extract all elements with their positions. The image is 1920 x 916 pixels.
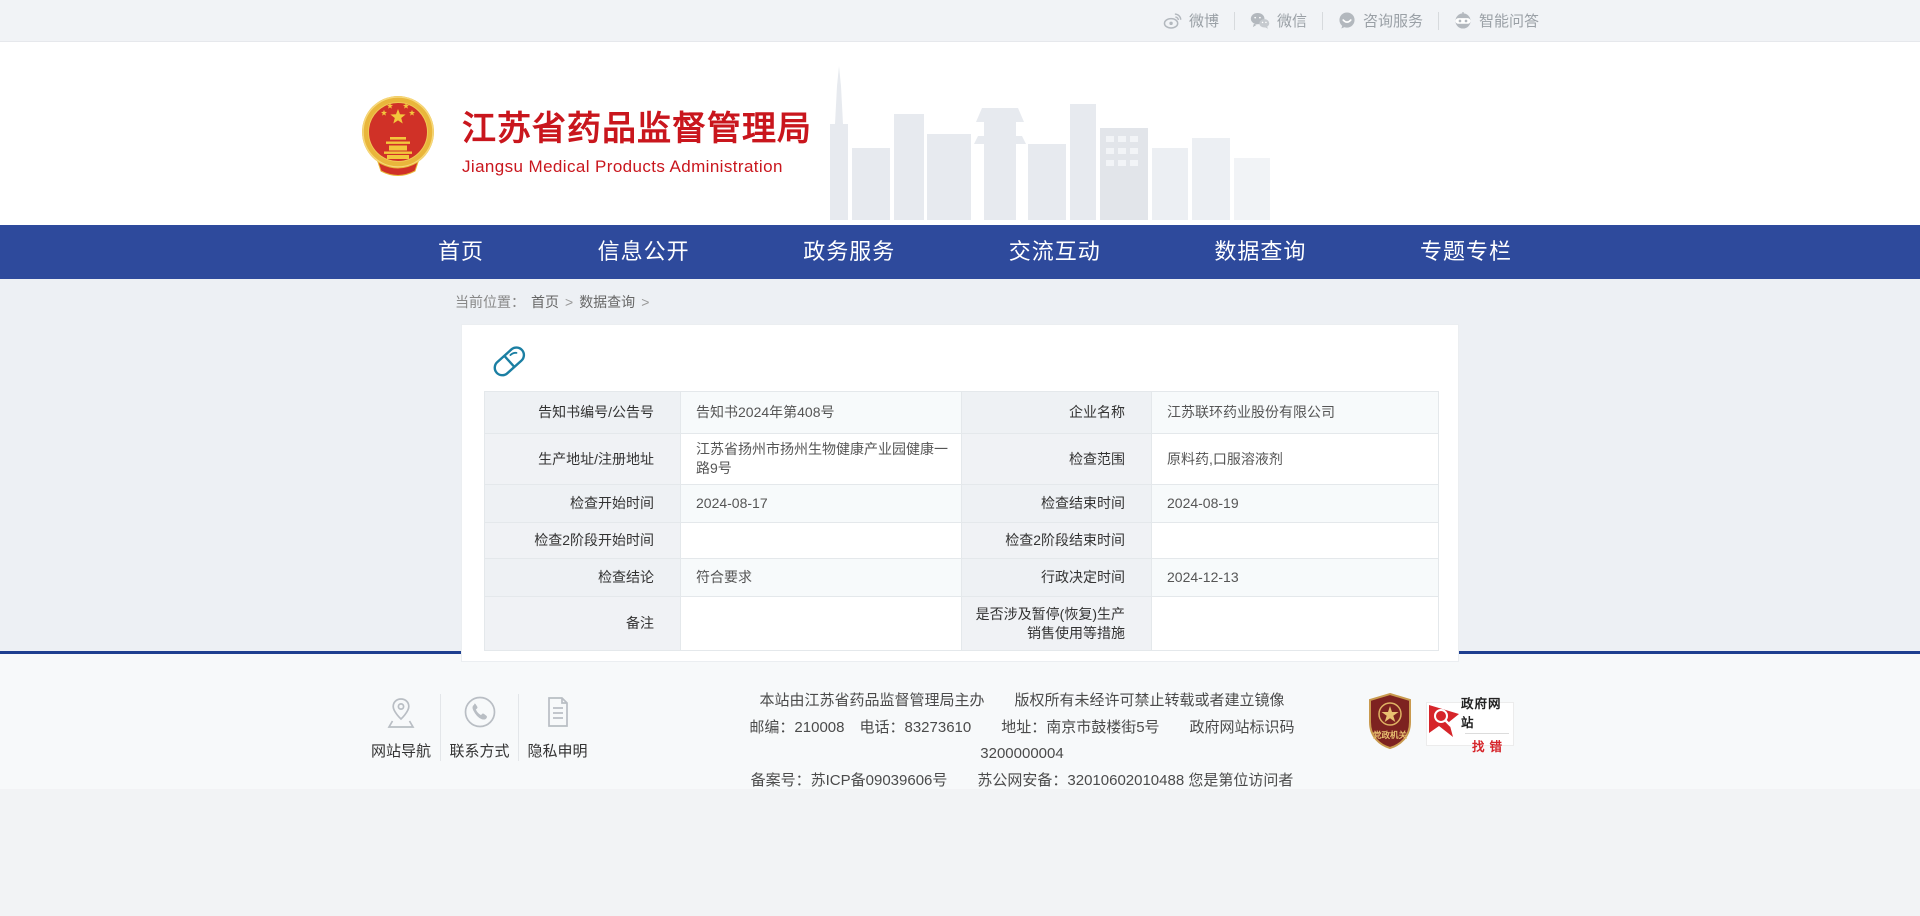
field-label: 检查结束时间 bbox=[962, 485, 1152, 523]
content-area: 当前位置： 首页 > 数据查询 > bbox=[0, 279, 1920, 651]
breadcrumb-separator: > bbox=[565, 294, 573, 310]
topbar-item-label: 微信 bbox=[1277, 10, 1307, 31]
field-value: 符合要求 bbox=[681, 559, 962, 597]
field-label: 告知书编号/公告号 bbox=[485, 392, 681, 434]
brand[interactable]: 江苏省药品监督管理局 Jiangsu Medical Products Admi… bbox=[360, 92, 812, 185]
footer-link-privacy[interactable]: 隐私申明 bbox=[518, 694, 596, 761]
topbar-item-consult[interactable]: 咨询服务 bbox=[1322, 12, 1438, 30]
badge-zc-top-label: 政府网站 bbox=[1461, 693, 1513, 731]
party-gov-shield-badge[interactable]: 党政机关 bbox=[1366, 692, 1414, 755]
sitemap-pin-icon bbox=[362, 694, 440, 730]
field-value: 告知书2024年第408号 bbox=[681, 392, 962, 434]
field-label: 是否涉及暂停(恢复)生产销售使用等措施 bbox=[962, 597, 1152, 651]
footer-link-sitemap[interactable]: 网站导航 bbox=[362, 694, 440, 761]
field-label: 备注 bbox=[485, 597, 681, 651]
table-row: 检查结论 符合要求 行政决定时间 2024-12-13 bbox=[485, 559, 1439, 597]
field-label: 行政决定时间 bbox=[962, 559, 1152, 597]
page-bottom-filler bbox=[0, 789, 1920, 916]
breadcrumb-separator: > bbox=[641, 294, 649, 310]
breadcrumb-link-data-query[interactable]: 数据查询 bbox=[579, 292, 635, 312]
nav-item-special-topics[interactable]: 专题专栏 bbox=[1420, 225, 1512, 279]
table-row: 告知书编号/公告号 告知书2024年第408号 企业名称 江苏联环药业股份有限公… bbox=[485, 392, 1439, 434]
nav-item-gov-services[interactable]: 政务服务 bbox=[803, 225, 895, 279]
site-subtitle: Jiangsu Medical Products Administration bbox=[462, 157, 812, 177]
footer-line-contact: 邮编：210008 电话：83273610 地址：南京市鼓楼街5号 政府网站标识… bbox=[712, 715, 1332, 768]
table-row: 检查开始时间 2024-08-17 检查结束时间 2024-08-19 bbox=[485, 485, 1439, 523]
field-value: 2024-08-17 bbox=[681, 485, 962, 523]
footer-line-host: 本站由江苏省药品监督管理局主办 版权所有未经许可禁止转载或者建立镜像 bbox=[712, 688, 1332, 715]
topbar-item-weibo[interactable]: 微博 bbox=[1148, 12, 1234, 30]
field-label: 企业名称 bbox=[962, 392, 1152, 434]
consult-icon bbox=[1338, 12, 1356, 29]
national-emblem-logo bbox=[360, 92, 436, 185]
footer-link-label: 网站导航 bbox=[362, 740, 440, 761]
city-skyline-art bbox=[800, 52, 1270, 225]
footer: 网站导航 联系方式 bbox=[0, 654, 1920, 789]
footer-link-contact[interactable]: 联系方式 bbox=[440, 694, 518, 761]
nav-item-home[interactable]: 首页 bbox=[438, 225, 484, 279]
field-label: 检查范围 bbox=[962, 434, 1152, 485]
footer-links: 网站导航 联系方式 bbox=[362, 694, 596, 761]
footer-link-label: 隐私申明 bbox=[519, 740, 596, 761]
main-nav: 首页 信息公开 政务服务 交流互动 数据查询 专题专栏 bbox=[0, 225, 1920, 279]
topbar-item-qa[interactable]: 智能问答 bbox=[1438, 12, 1554, 30]
website-error-report-badge[interactable]: 政府网站 找错 bbox=[1426, 702, 1514, 746]
nav-item-info-disclosure[interactable]: 信息公开 bbox=[598, 225, 690, 279]
table-row: 生产地址/注册地址 江苏省扬州市扬州生物健康产业园健康一路9号 检查范围 原料药… bbox=[485, 434, 1439, 485]
topbar-item-label: 智能问答 bbox=[1479, 10, 1539, 31]
field-value: 江苏联环药业股份有限公司 bbox=[1152, 392, 1439, 434]
footer-link-label: 联系方式 bbox=[441, 740, 518, 761]
badge-zc-bottom-label: 找错 bbox=[1472, 736, 1507, 755]
inspection-detail-table: 告知书编号/公告号 告知书2024年第408号 企业名称 江苏联环药业股份有限公… bbox=[484, 391, 1439, 651]
pill-icon bbox=[490, 343, 1436, 379]
footer-text: 本站由江苏省药品监督管理局主办 版权所有未经许可禁止转载或者建立镜像 邮编：21… bbox=[712, 688, 1332, 794]
field-label: 检查结论 bbox=[485, 559, 681, 597]
field-value bbox=[681, 597, 962, 651]
topbar: 微博 微信 bbox=[0, 0, 1920, 42]
field-value bbox=[1152, 597, 1439, 651]
badge-zc-divider bbox=[1465, 733, 1509, 734]
site-header: 江苏省药品监督管理局 Jiangsu Medical Products Admi… bbox=[0, 42, 1920, 225]
breadcrumb-prefix: 当前位置： bbox=[455, 292, 525, 312]
phone-icon bbox=[441, 694, 518, 730]
weibo-icon bbox=[1163, 12, 1182, 29]
qa-robot-icon bbox=[1454, 12, 1472, 29]
nav-item-interaction[interactable]: 交流互动 bbox=[1009, 225, 1101, 279]
page: 微博 微信 bbox=[0, 0, 1920, 916]
topbar-item-label: 咨询服务 bbox=[1363, 10, 1423, 31]
field-value: 2024-08-19 bbox=[1152, 485, 1439, 523]
table-row: 备注 是否涉及暂停(恢复)生产销售使用等措施 bbox=[485, 597, 1439, 651]
breadcrumb-link-home[interactable]: 首页 bbox=[531, 292, 559, 312]
field-label: 检查2阶段开始时间 bbox=[485, 523, 681, 559]
detail-panel: 告知书编号/公告号 告知书2024年第408号 企业名称 江苏联环药业股份有限公… bbox=[461, 324, 1459, 662]
table-row: 检查2阶段开始时间 检查2阶段结束时间 bbox=[485, 523, 1439, 559]
nav-item-data-query[interactable]: 数据查询 bbox=[1214, 225, 1306, 279]
footer-line-icp: 备案号：苏ICP备09039606号 苏公网安备：32010602010488 … bbox=[712, 768, 1332, 795]
field-value bbox=[1152, 523, 1439, 559]
breadcrumb: 当前位置： 首页 > 数据查询 > bbox=[360, 279, 1560, 324]
shield-badge-label: 党政机关 bbox=[1373, 730, 1408, 740]
field-label: 检查开始时间 bbox=[485, 485, 681, 523]
field-value: 2024-12-13 bbox=[1152, 559, 1439, 597]
wechat-icon bbox=[1250, 12, 1270, 29]
field-label: 检查2阶段结束时间 bbox=[962, 523, 1152, 559]
field-value: 原料药,口服溶液剂 bbox=[1152, 434, 1439, 485]
field-value bbox=[681, 523, 962, 559]
privacy-doc-icon bbox=[519, 694, 596, 730]
topbar-item-wechat[interactable]: 微信 bbox=[1234, 12, 1322, 30]
field-label: 生产地址/注册地址 bbox=[485, 434, 681, 485]
topbar-item-label: 微博 bbox=[1189, 10, 1219, 31]
site-title: 江苏省药品监督管理局 bbox=[462, 101, 812, 150]
field-value: 江苏省扬州市扬州生物健康产业园健康一路9号 bbox=[681, 434, 962, 485]
footer-badges: 党政机关 政府网站 找错 bbox=[1366, 692, 1514, 755]
error-finder-magnifier-icon bbox=[1427, 702, 1461, 745]
